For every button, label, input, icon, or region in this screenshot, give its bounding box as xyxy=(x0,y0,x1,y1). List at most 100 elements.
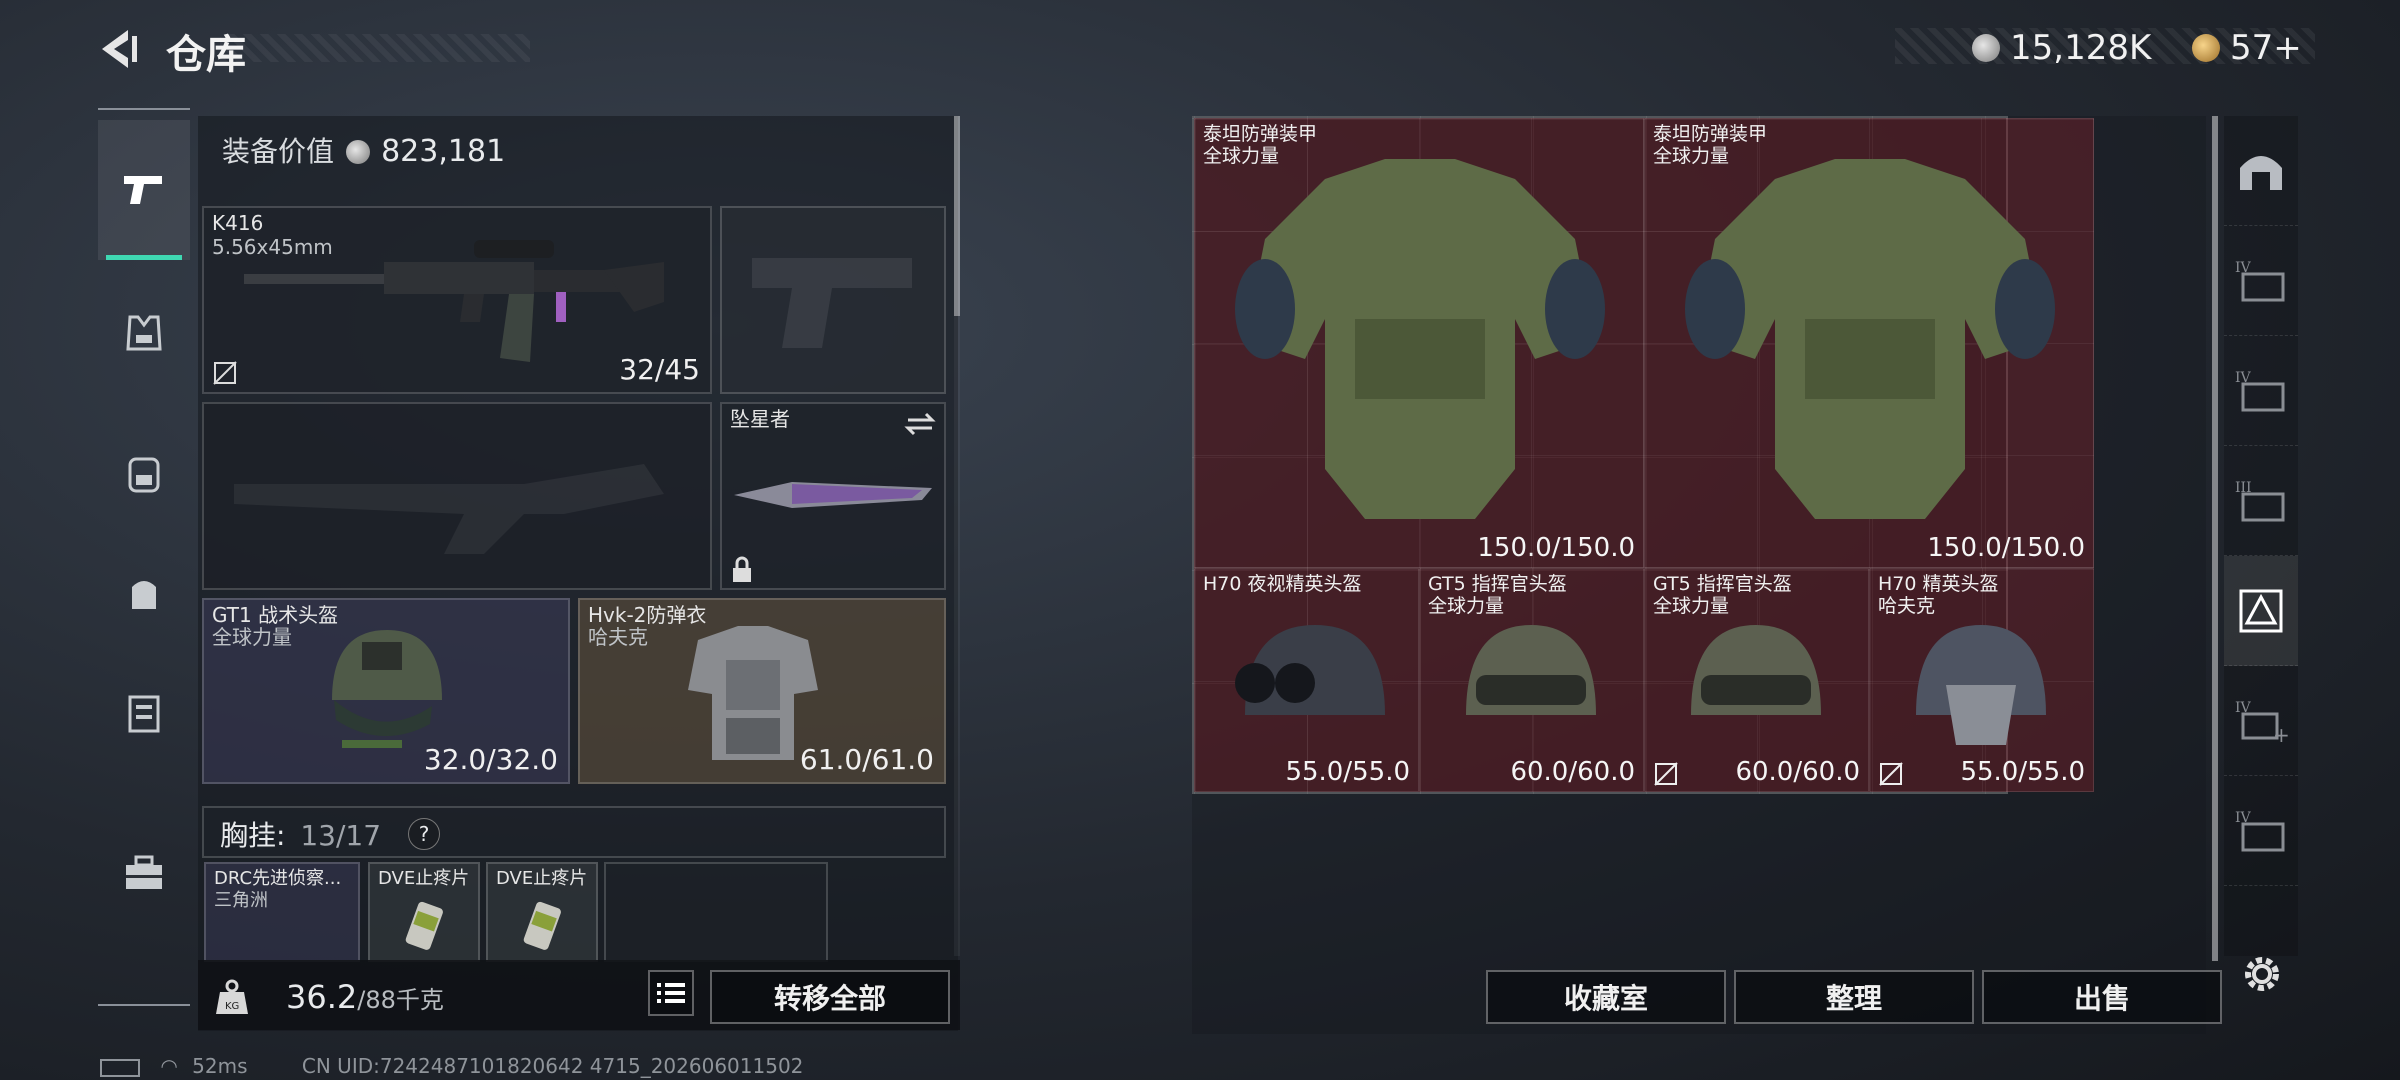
stash-item[interactable]: H70 夜视精英头盔 55.0/55.0 xyxy=(1194,568,1419,792)
sell-button[interactable]: 出售 xyxy=(1982,970,2222,1024)
settings-gear-icon[interactable] xyxy=(2240,952,2284,996)
melee-name: 坠星者 xyxy=(730,407,790,431)
helmet-slot[interactable]: GT1 战术头盔 全球力量 32.0/32.0 xyxy=(202,598,570,784)
rifle-k416-image xyxy=(244,240,664,362)
not-tradeable-icon xyxy=(213,361,237,385)
weight-readout: 36.2/88千克 xyxy=(286,978,444,1016)
stash-item[interactable]: H70 精英头盔 哈夫克 55.0/55.0 xyxy=(1869,568,2094,792)
stash-tabs: IV IV III IV + IV xyxy=(2224,116,2298,956)
titan-armor-image xyxy=(1685,159,2055,519)
list-view-button[interactable] xyxy=(648,970,694,1016)
transfer-all-button[interactable]: 转移全部 xyxy=(710,970,950,1024)
secondary-rifle-slot[interactable] xyxy=(202,402,712,590)
rig-item-slot[interactable]: DRC先进侦察... 三角洲 xyxy=(204,862,360,962)
stash-tab-overview[interactable] xyxy=(2224,116,2298,226)
case-icon xyxy=(128,695,160,733)
stash-item[interactable]: 泰坦防弹装甲 全球力量 150.0/150.0 xyxy=(1194,118,1644,568)
nav-item-toolbox[interactable] xyxy=(98,828,190,918)
toolbox-icon xyxy=(126,855,162,889)
category-nav xyxy=(98,108,190,1006)
nav-bottom-divider xyxy=(98,1004,190,1006)
swap-icon[interactable] xyxy=(904,410,936,438)
armor-faction: 哈夫克 xyxy=(588,625,648,649)
nav-item-weapons[interactable] xyxy=(98,120,190,260)
pistol-icon xyxy=(124,176,162,204)
help-icon[interactable]: ? xyxy=(408,818,440,850)
pistol-silhouette-icon xyxy=(752,258,912,348)
item-name: H70 夜视精英头盔 xyxy=(1203,573,1362,595)
item-name: H70 精英头盔 xyxy=(1878,573,1999,595)
stash-tab[interactable]: III xyxy=(2224,446,2298,556)
not-tradeable-icon xyxy=(1879,762,1903,786)
add-storage-icon: IV + xyxy=(2235,700,2289,744)
item-durability: 55.0/55.0 xyxy=(1285,757,1410,787)
stash-tab[interactable]: IV xyxy=(2224,226,2298,336)
silver-currency[interactable]: 15,128K xyxy=(1972,28,2151,68)
helmet-durability: 32.0/32.0 xyxy=(423,743,558,776)
helmet-faction: 全球力量 xyxy=(212,625,292,649)
storage-box-icon: IV xyxy=(2235,370,2285,411)
rig-item-name: DVE止疼片 xyxy=(378,868,470,889)
rig-item-slot[interactable]: DVE止疼片 xyxy=(368,862,480,962)
weight-max: /88千克 xyxy=(357,986,444,1014)
svg-text:+: + xyxy=(2273,723,2289,744)
rig-icon xyxy=(132,581,156,609)
stash-item[interactable]: 泰坦防弹装甲 全球力量 150.0/150.0 xyxy=(1644,118,2094,568)
battery-icon xyxy=(100,1058,140,1077)
gold-currency[interactable]: 57+ xyxy=(2192,28,2302,68)
rig-empty-slot[interactable] xyxy=(604,862,828,962)
rig-item-slot[interactable]: DVE止疼片 xyxy=(486,862,598,962)
equipment-value: 823,181 xyxy=(346,134,505,169)
stash-item[interactable]: GT5 指挥官头盔 全球力量 60.0/60.0 xyxy=(1419,568,1644,792)
primary-weapon-slot[interactable]: K416 5.56x45mm 32/45 xyxy=(202,206,712,394)
uid-readout: CN UID:7242487101820642 4715_20260601150… xyxy=(301,1054,804,1078)
stash-tab[interactable]: IV xyxy=(2224,336,2298,446)
stash-tab-active[interactable] xyxy=(2224,556,2298,666)
back-arrow-icon[interactable] xyxy=(98,28,140,70)
silver-coin-icon xyxy=(1972,34,2000,62)
case-warning-icon xyxy=(2239,589,2283,632)
vault-icon xyxy=(2240,155,2282,190)
storage-box-icon: III xyxy=(2235,480,2285,521)
nav-item-backpack[interactable] xyxy=(98,428,190,518)
storage-box-icon: IV xyxy=(2235,810,2285,851)
gold-amount: 57+ xyxy=(2230,28,2302,68)
stash-scrollbar[interactable] xyxy=(2212,116,2218,961)
chest-rig-title: 胸挂: xyxy=(220,819,286,852)
stash-tab[interactable]: IV xyxy=(2224,776,2298,886)
stash-item[interactable]: GT5 指挥官头盔 全球力量 60.0/60.0 xyxy=(1644,568,1869,792)
melee-slot[interactable]: 坠星者 xyxy=(720,402,946,590)
lock-icon xyxy=(733,556,751,582)
stash-tab[interactable]: IV + xyxy=(2224,666,2298,776)
nav-item-armor[interactable] xyxy=(98,288,190,378)
sort-button[interactable]: 整理 xyxy=(1734,970,1974,1024)
item-durability: 150.0/150.0 xyxy=(1927,533,2085,563)
nav-item-case[interactable] xyxy=(98,668,190,758)
armor-slot[interactable]: Hvk-2防弹衣 哈夫克 61.0/61.0 xyxy=(578,598,946,784)
not-tradeable-icon xyxy=(1654,762,1678,786)
secondary-weapon-slot[interactable] xyxy=(720,206,946,394)
item-durability: 60.0/60.0 xyxy=(1510,757,1635,787)
nav-item-rig[interactable] xyxy=(98,548,190,638)
item-durability: 55.0/55.0 xyxy=(1960,757,2085,787)
svg-text:KG: KG xyxy=(225,1001,239,1012)
list-icon xyxy=(657,983,685,1003)
title-decoration xyxy=(220,34,530,62)
weight-current: 36.2 xyxy=(286,978,358,1016)
loadout-scrollbar-thumb[interactable] xyxy=(954,116,960,316)
helmet-image xyxy=(1466,625,1596,715)
gold-coin-icon xyxy=(2192,34,2220,62)
titan-armor-image xyxy=(1235,159,1605,519)
weight-icon: KG xyxy=(216,979,248,1014)
pill-bottle-icon xyxy=(405,901,443,950)
chest-rig-count: 13/17 xyxy=(300,819,382,852)
rig-item-name: DVE止疼片 xyxy=(496,868,588,889)
helmet-image xyxy=(1691,625,1821,715)
collection-room-button[interactable]: 收藏室 xyxy=(1486,970,1726,1024)
pill-bottle-icon xyxy=(523,901,561,950)
silver-coin-icon xyxy=(346,139,370,164)
armor-vest-icon xyxy=(126,315,162,351)
helmet-image xyxy=(1916,625,2046,745)
rig-item-sub: 三角洲 xyxy=(214,890,268,911)
storage-box-icon: IV xyxy=(2235,260,2285,301)
